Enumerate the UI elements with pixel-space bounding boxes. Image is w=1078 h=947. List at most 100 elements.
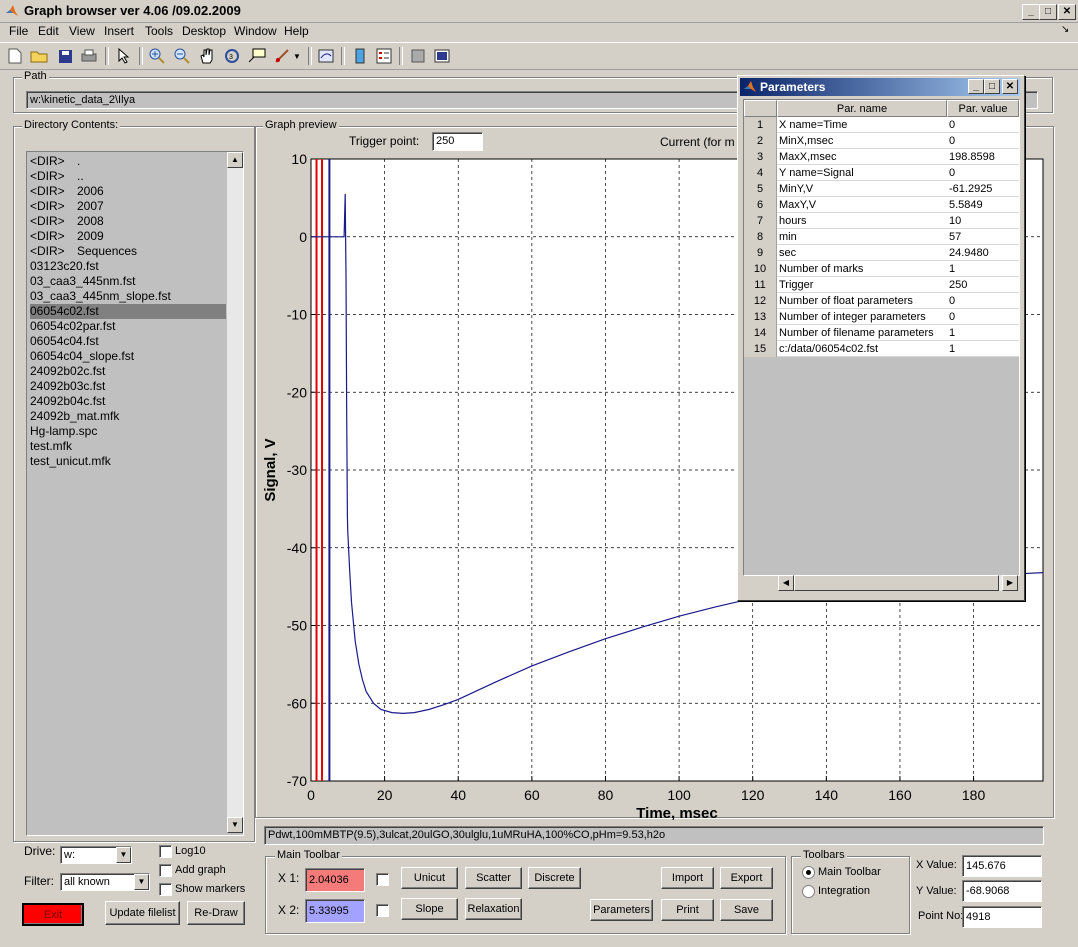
parameter-value[interactable]: 1 <box>947 341 1019 357</box>
file-list-item[interactable]: 03_caa3_445nm_slope.fst <box>30 289 226 304</box>
parameter-row[interactable]: 6 MaxY,V 5.5849 <box>744 197 1019 213</box>
parameter-name[interactable]: sec <box>777 245 948 261</box>
parameter-row[interactable]: 3 MaxX,msec 198.8598 <box>744 149 1019 165</box>
menu-insert[interactable]: Insert <box>104 24 134 38</box>
y-value-field[interactable]: -68.9068 <box>962 880 1042 902</box>
parameter-row[interactable]: 10 Number of marks 1 <box>744 261 1019 277</box>
parameter-row[interactable]: 7 hours 10 <box>744 213 1019 229</box>
par-name-header[interactable]: Par. name <box>777 100 947 117</box>
show-plot-tools-icon[interactable] <box>432 46 452 66</box>
drive-dropdown-icon[interactable]: ▼ <box>116 847 131 863</box>
parameter-value[interactable]: 0 <box>947 165 1019 181</box>
menu-file[interactable]: File <box>9 24 28 38</box>
parameter-name[interactable]: Number of marks <box>777 261 948 277</box>
relaxation-button[interactable]: Relaxation <box>465 898 522 920</box>
parameters-window[interactable]: Parameters _ □ ✕ Par. name Par. value 1X… <box>737 75 1025 601</box>
scroll-down-arrow-icon[interactable]: ▼ <box>227 817 243 833</box>
menu-view[interactable]: View <box>69 24 95 38</box>
parameter-value[interactable]: 1 <box>947 261 1019 277</box>
open-folder-icon[interactable] <box>29 46 49 66</box>
params-close-button[interactable]: ✕ <box>1002 79 1018 94</box>
save-button[interactable]: Save <box>720 899 773 921</box>
parameter-row[interactable]: 15 c:/data/06054c02.fst 1 <box>744 341 1019 357</box>
x-value-field[interactable]: 145.676 <box>962 855 1042 877</box>
file-list-item[interactable]: 06054c02par.fst <box>30 319 226 334</box>
parameter-name[interactable]: MaxY,V <box>777 197 948 213</box>
file-list[interactable]: ▲ ▼ <DIR>. <DIR>.. <DIR> 2006 <DIR> 2007 <DIR>… <box>26 151 244 836</box>
parameter-name[interactable]: c:/data/06054c02.fst <box>777 341 948 357</box>
parameter-name[interactable]: X name=Time <box>777 117 948 133</box>
add-graph-checkbox[interactable] <box>159 864 172 877</box>
file-list-item[interactable]: <DIR> 2009 <box>30 229 226 244</box>
pan-hand-icon[interactable] <box>197 46 217 66</box>
file-list-item[interactable]: test.mfk <box>30 439 226 454</box>
file-list-item[interactable]: 06054c04_slope.fst <box>30 349 226 364</box>
log10-checkbox[interactable] <box>159 845 172 858</box>
show-markers-checkbox[interactable] <box>159 883 172 896</box>
scroll-right-arrow-icon[interactable]: ▶ <box>1002 575 1018 591</box>
filter-dropdown-icon[interactable]: ▼ <box>134 874 149 890</box>
link-plot-icon[interactable] <box>316 46 336 66</box>
parameter-value[interactable]: 0 <box>947 133 1019 149</box>
print-icon[interactable] <box>79 46 99 66</box>
zoom-out-icon[interactable] <box>172 46 192 66</box>
file-list-item[interactable]: 24092b03c.fst <box>30 379 226 394</box>
parameters-button[interactable]: Parameters <box>590 899 653 921</box>
brush-icon[interactable] <box>272 46 292 66</box>
menu-tools[interactable]: Tools <box>145 24 173 38</box>
parameter-name[interactable]: MinX,msec <box>777 133 948 149</box>
new-file-icon[interactable] <box>5 46 25 66</box>
file-list-item[interactable]: 24092b04c.fst <box>30 394 226 409</box>
file-list-item[interactable]: <DIR> Sequences <box>30 244 226 259</box>
file-list-scrollbar[interactable]: ▲ ▼ <box>227 152 243 833</box>
file-list-item[interactable]: 24092b_mat.mfk <box>30 409 226 424</box>
parameter-name[interactable]: hours <box>777 213 948 229</box>
parameter-value[interactable]: 0 <box>947 293 1019 309</box>
rotate-3d-icon[interactable]: 3 <box>222 46 242 66</box>
dock-arrow-icon[interactable]: ↘ <box>1061 24 1069 35</box>
parameter-name[interactable]: Trigger <box>777 277 948 293</box>
menu-help[interactable]: Help <box>284 24 309 38</box>
menu-window[interactable]: Window <box>234 24 277 38</box>
params-maximize-button[interactable]: □ <box>984 79 1000 94</box>
parameter-value[interactable]: 198.8598 <box>947 149 1019 165</box>
x1-checkbox[interactable] <box>376 873 389 886</box>
parameter-value[interactable]: -61.2925 <box>947 181 1019 197</box>
data-cursor-icon[interactable] <box>247 46 267 66</box>
parameter-name[interactable]: Number of float parameters <box>777 293 948 309</box>
scatter-button[interactable]: Scatter <box>465 867 522 889</box>
par-value-header[interactable]: Par. value <box>947 100 1019 117</box>
menu-desktop[interactable]: Desktop <box>182 24 226 38</box>
parameter-row[interactable]: 9 sec 24.9480 <box>744 245 1019 261</box>
parameter-row[interactable]: 2 MinX,msec 0 <box>744 133 1019 149</box>
main-toolbar-radio[interactable] <box>802 866 815 879</box>
parameter-value[interactable]: 10 <box>947 213 1019 229</box>
file-list-item[interactable]: 24092b02c.fst <box>30 364 226 379</box>
params-hscrollbar[interactable]: ◀ ▶ <box>778 575 1018 591</box>
save-icon[interactable] <box>55 46 75 66</box>
file-list-item[interactable]: 03_caa3_445nm.fst <box>30 274 226 289</box>
file-list-item[interactable]: <DIR> 2008 <box>30 214 226 229</box>
file-list-item[interactable]: 06054c04.fst <box>30 334 226 349</box>
parameter-row[interactable]: 14 Number of filename parameters 1 <box>744 325 1019 341</box>
file-list-item[interactable]: test_unicut.mfk <box>30 454 226 469</box>
parameter-row[interactable]: 12 Number of float parameters 0 <box>744 293 1019 309</box>
hide-plot-tools-icon[interactable] <box>408 46 428 66</box>
parameter-name[interactable]: Y name=Signal <box>777 165 948 181</box>
unicut-button[interactable]: Unicut <box>401 867 458 889</box>
x2-checkbox[interactable] <box>376 904 389 917</box>
parameter-name[interactable]: MaxX,msec <box>777 149 948 165</box>
parameter-name[interactable]: Number of integer parameters <box>777 309 948 325</box>
parameter-value[interactable]: 250 <box>947 277 1019 293</box>
pointer-arrow-icon[interactable] <box>114 46 134 66</box>
exit-button[interactable]: Exit <box>22 903 84 926</box>
minimize-button[interactable]: _ <box>1022 4 1040 20</box>
parameter-value[interactable]: 0 <box>947 117 1019 133</box>
x1-input[interactable]: 2.04036 <box>305 868 365 892</box>
parameter-row[interactable]: 8 min 57 <box>744 229 1019 245</box>
file-list-item[interactable]: <DIR>. <box>30 154 226 169</box>
parameter-row[interactable]: 11 Trigger 250 <box>744 277 1019 293</box>
x2-input[interactable]: 5.33995 <box>305 899 365 923</box>
scroll-up-arrow-icon[interactable]: ▲ <box>227 152 243 168</box>
parameters-table[interactable]: Par. name Par. value 1X name=Time 0 2 MinX,… <box>743 99 1020 576</box>
